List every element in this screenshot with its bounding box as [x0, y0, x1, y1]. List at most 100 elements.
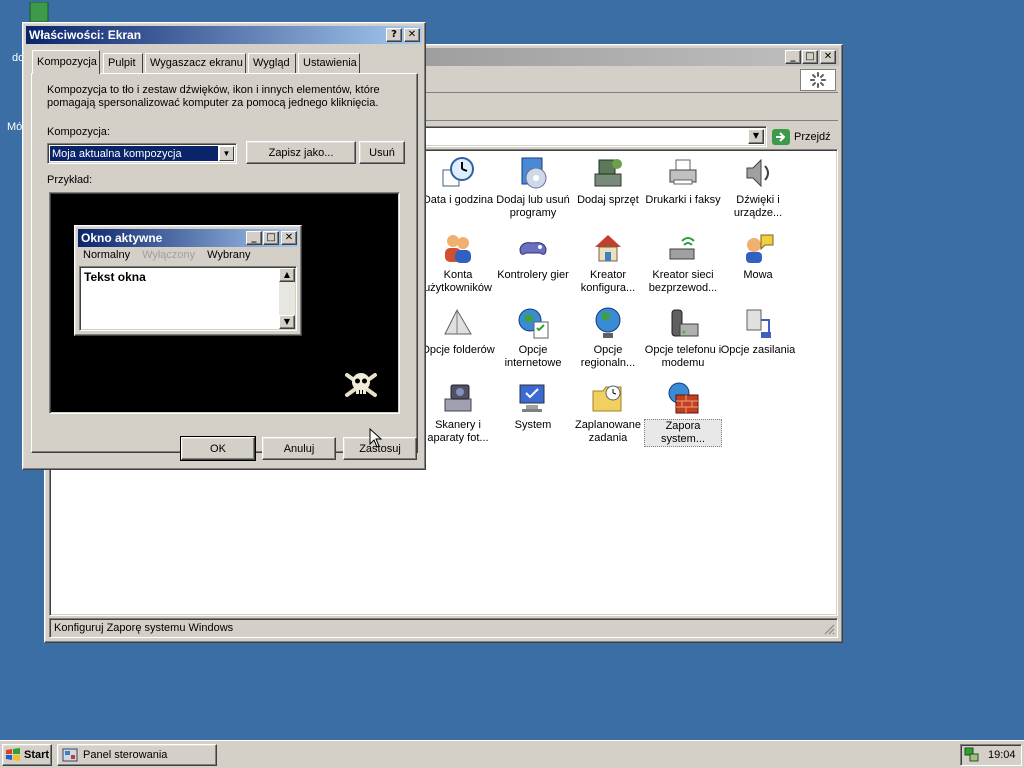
- scroll-up-icon: ▲: [279, 268, 295, 282]
- preview-close-icon: ✕: [281, 231, 297, 245]
- cp-item-speech[interactable]: Mowa: [719, 231, 797, 282]
- cp-item-phone-modem[interactable]: Opcje telefonu i modemu: [644, 306, 722, 370]
- skull-crossbones-icon: [345, 373, 377, 397]
- add-remove-programs-icon: [516, 156, 550, 190]
- cp-item-user-accounts[interactable]: Konta użytkowników: [419, 231, 497, 295]
- preview-label: Przykład:: [47, 174, 93, 186]
- display-properties-dialog: Właściwości: Ekran ? ✕ Kompozycja Pulpit…: [22, 22, 426, 470]
- folder-options-icon: [441, 306, 475, 340]
- network-house-icon: [591, 231, 625, 265]
- dialog-title: Właściwości: Ekran: [29, 28, 142, 42]
- preview-menu-disabled: Wyłączony: [142, 249, 196, 261]
- cp-item-add-remove[interactable]: Dodaj lub usuń programy: [494, 156, 572, 220]
- go-label: Przejdź: [794, 130, 831, 143]
- system-icon: [516, 381, 550, 415]
- internet-options-icon: [516, 306, 550, 340]
- cp-item-network-setup[interactable]: Kreator konfigura...: [569, 231, 647, 295]
- clock-icon: [441, 156, 475, 190]
- theme-label: Kompozycja:: [47, 126, 110, 138]
- preview-menu: Normalny Wyłączony Wybrany: [83, 249, 250, 261]
- preview-window-text: Tekst okna: [84, 270, 146, 284]
- scheduled-tasks-icon: [591, 381, 625, 415]
- clock[interactable]: 19:04: [988, 749, 1016, 761]
- start-label: Start: [24, 749, 50, 761]
- dialog-close-button[interactable]: ✕: [404, 28, 420, 42]
- taskbar-item-control-panel[interactable]: Panel sterowania: [57, 744, 217, 766]
- cp-item-scheduled-tasks[interactable]: Zaplanowane zadania: [569, 381, 647, 445]
- cp-item-sounds[interactable]: Dźwięki i urządze...: [719, 156, 797, 220]
- tab-pulpit[interactable]: Pulpit: [103, 53, 143, 73]
- cp-item-internet-options[interactable]: Opcje internetowe: [494, 306, 572, 370]
- close-button[interactable]: ✕: [820, 50, 836, 64]
- tab-ustawienia[interactable]: Ustawienia: [298, 53, 360, 73]
- preview-titlebar: Okno aktywne _ □ ✕: [78, 229, 298, 247]
- preview-text-area: Tekst okna ▲ ▼: [79, 266, 297, 331]
- tab-kompozycja[interactable]: Kompozycja: [32, 50, 100, 74]
- tab-wyglad[interactable]: Wygląd: [248, 53, 296, 73]
- preview-menu-normal: Normalny: [83, 249, 131, 261]
- start-button[interactable]: Start: [2, 744, 52, 766]
- dialog-titlebar: Właściwości: Ekran ? ✕: [26, 26, 422, 44]
- desktop-icon-recycle[interactable]: [24, 1, 54, 23]
- cp-item-add-hardware[interactable]: Dodaj sprzęt: [569, 156, 647, 207]
- chevron-down-icon[interactable]: ▼: [219, 146, 234, 161]
- cp-item-regional[interactable]: Opcje regionaln...: [569, 306, 647, 370]
- delete-button[interactable]: Usuń: [359, 141, 405, 164]
- scroll-down-icon: ▼: [279, 315, 295, 329]
- maximize-button[interactable]: □: [802, 50, 818, 64]
- power-icon: [741, 306, 775, 340]
- preview-window: Okno aktywne _ □ ✕ Normalny Wyłączony Wy…: [74, 225, 302, 336]
- network-tray-icon[interactable]: [964, 747, 980, 763]
- speech-icon: [741, 231, 775, 265]
- wireless-icon: [666, 231, 700, 265]
- cp-item-firewall[interactable]: Zapora system...: [644, 381, 722, 447]
- cp-item-system[interactable]: System: [494, 381, 572, 432]
- help-button[interactable]: ?: [386, 28, 402, 42]
- mouse-cursor-icon: [369, 428, 383, 448]
- go-arrow-icon: [772, 128, 790, 145]
- save-as-button[interactable]: Zapisz jako...: [246, 141, 356, 164]
- user-accounts-icon: [441, 231, 475, 265]
- ok-button[interactable]: OK: [180, 436, 256, 461]
- address-dropdown-arrow[interactable]: ▼: [748, 129, 764, 144]
- control-panel-icon: [62, 748, 78, 762]
- desktop-icon-label-2: Mó: [7, 121, 23, 133]
- speaker-icon: [741, 156, 775, 190]
- cp-item-printers[interactable]: Drukarki i faksy: [644, 156, 722, 207]
- taskbar-item-label: Panel sterowania: [83, 749, 168, 761]
- preview-minimize-icon: _: [246, 231, 262, 245]
- throbber-icon: [800, 69, 836, 91]
- taskbar: Start Panel sterowania 19:04: [0, 740, 1024, 768]
- status-bar: Konfiguruj Zaporę systemu Windows: [49, 618, 838, 638]
- go-button[interactable]: Przejdź: [771, 126, 837, 147]
- theme-select-value: Moja aktualna kompozycja: [50, 146, 218, 161]
- gamepad-icon: [516, 231, 550, 265]
- tab-panel: Kompozycja to tło i zestaw dźwięków, iko…: [31, 73, 418, 453]
- cp-item-scanners[interactable]: Skanery i aparaty fot...: [419, 381, 497, 445]
- printer-icon: [666, 156, 700, 190]
- firewall-icon: [666, 381, 700, 415]
- system-tray: 19:04: [960, 744, 1022, 766]
- add-hardware-icon: [591, 156, 625, 190]
- phone-modem-icon: [666, 306, 700, 340]
- cp-item-folder-options[interactable]: Opcje folderów: [419, 306, 497, 357]
- cancel-button[interactable]: Anuluj: [262, 437, 336, 460]
- theme-select[interactable]: Moja aktualna kompozycja ▼: [47, 143, 237, 164]
- theme-preview: Okno aktywne _ □ ✕ Normalny Wyłączony Wy…: [49, 192, 400, 414]
- scanner-camera-icon: [441, 381, 475, 415]
- cp-item-power[interactable]: Opcje zasilania: [719, 306, 797, 357]
- status-text: Konfiguruj Zaporę systemu Windows: [54, 622, 234, 634]
- windows-logo-icon: [6, 748, 20, 761]
- preview-menu-selected: Wybrany: [207, 249, 251, 261]
- preview-window-title: Okno aktywne: [81, 231, 163, 245]
- tab-wygaszacz[interactable]: Wygaszacz ekranu: [145, 53, 246, 73]
- resize-grip-icon[interactable]: [823, 623, 835, 635]
- theme-description: Kompozycja to tło i zestaw dźwięków, iko…: [47, 84, 380, 109]
- cp-item-game-controllers[interactable]: Kontrolery gier: [494, 231, 572, 282]
- cp-item-date-time[interactable]: Data i godzina: [419, 156, 497, 207]
- minimize-button[interactable]: _: [785, 50, 801, 64]
- cp-item-wireless[interactable]: Kreator sieci bezprzewod...: [644, 231, 722, 295]
- preview-maximize-icon: □: [263, 231, 279, 245]
- preview-scrollbar: ▲ ▼: [279, 268, 295, 329]
- globe-icon: [591, 306, 625, 340]
